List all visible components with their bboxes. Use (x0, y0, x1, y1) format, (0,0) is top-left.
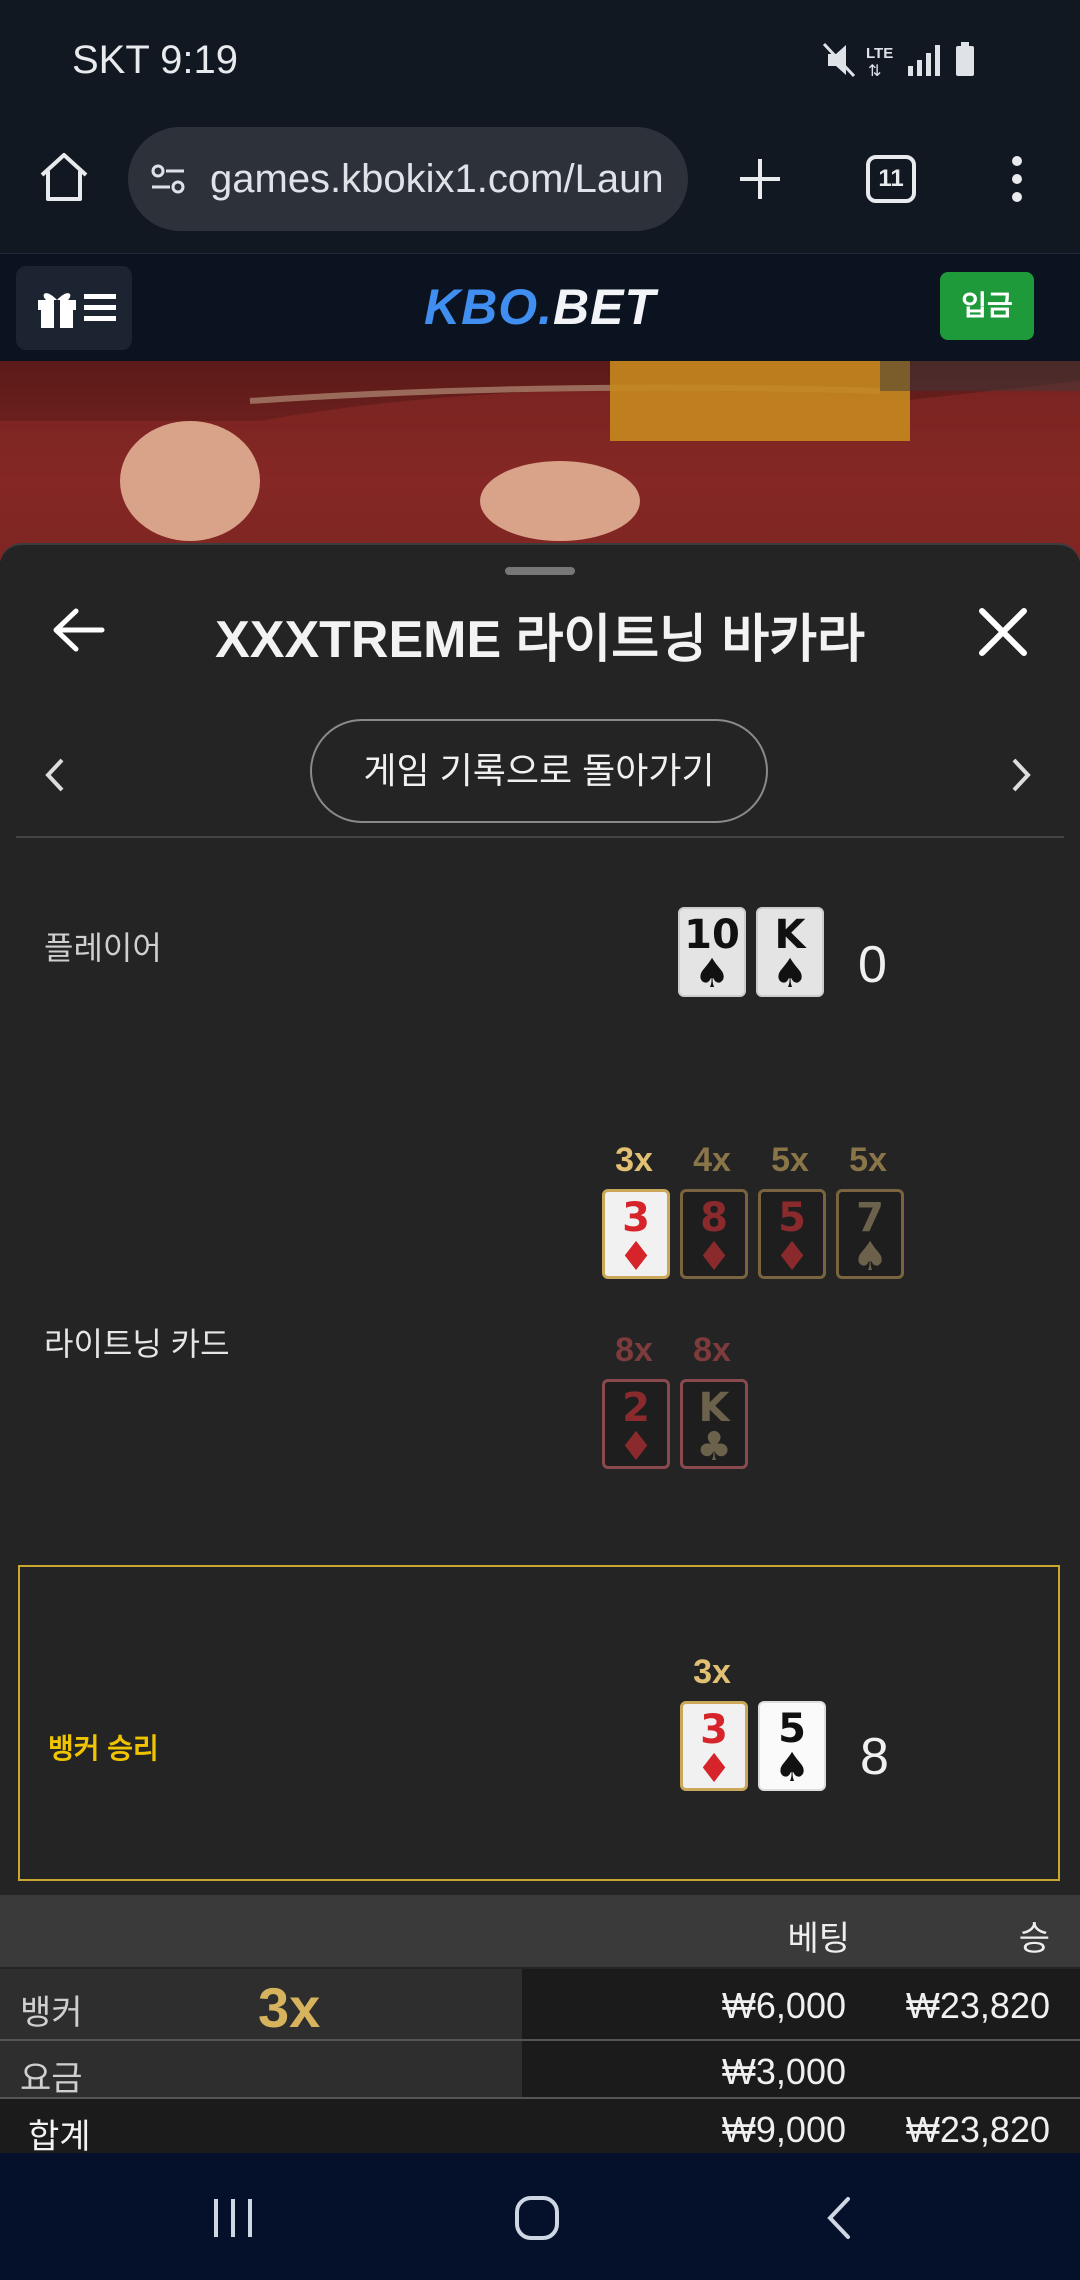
new-tab-icon[interactable] (736, 155, 784, 203)
lightning-multiplier: 8x (615, 1331, 653, 1369)
url-text: games.kbokix1.com/Laun (210, 157, 664, 201)
row-label: 합계 (28, 2118, 91, 2156)
site-settings-icon[interactable] (148, 159, 188, 199)
card-suit: ♣ (696, 1424, 732, 1470)
divider (16, 836, 1064, 838)
card-suit: ♠ (694, 951, 730, 997)
previous-round-icon[interactable] (40, 750, 70, 800)
banker-card: 5 ♠ (758, 1701, 826, 1791)
banker-score: 8 (860, 1728, 889, 1786)
row-label: 요금 (20, 2060, 83, 2098)
status-time: SKT 9:19 (72, 38, 239, 82)
lightning-card: 7 ♠ (836, 1189, 904, 1279)
url-bar[interactable]: games.kbokix1.com/Laun (128, 127, 688, 231)
row-win: ₩23,820 (905, 2109, 1050, 2150)
svg-text:⇅: ⇅ (868, 61, 881, 80)
back-nav-icon[interactable] (820, 2193, 860, 2243)
game-title: XXXTREME 라이트닝 바카라 (215, 611, 865, 669)
logo-dot: . (538, 279, 553, 335)
next-round-icon[interactable] (1006, 750, 1036, 800)
status-bar: SKT 9:19 LTE ⇅ (0, 0, 1080, 125)
lightning-multiplier: 4x (693, 1141, 731, 1179)
home-nav-icon[interactable] (512, 2193, 562, 2243)
bet-column-header: 베팅 (787, 1920, 850, 1958)
player-card: K ♠ (756, 907, 824, 997)
card-suit: ♦ (696, 1746, 732, 1792)
battery-icon (956, 42, 974, 76)
card-suit: ♠ (852, 1234, 888, 1280)
row-multiplier: 3x (258, 1976, 321, 2039)
row-bet: ₩3,000 (721, 2051, 846, 2092)
bet-table-header: 베팅 승 (0, 1895, 1080, 1967)
row-bet: ₩6,000 (721, 1985, 846, 2026)
table-row: 뱅커 3x ₩6,000 ₩23,820 (0, 1969, 1080, 2039)
browser-toolbar: games.kbokix1.com/Laun 11 (0, 125, 1080, 255)
lightning-card: 2 ♦ (602, 1379, 670, 1469)
player-label: 플레이어 (44, 930, 162, 966)
back-arrow-icon[interactable] (48, 605, 108, 655)
deposit-button[interactable]: 입금 (940, 272, 1034, 340)
card-suit: ♠ (772, 951, 808, 997)
status-icons: LTE ⇅ (660, 40, 1080, 80)
lightning-card: 3 ♦ (602, 1189, 670, 1279)
logo-main: KBO (423, 279, 539, 335)
table-row: 요금 ₩3,000 (0, 2041, 1080, 2098)
tab-switcher-button[interactable]: 11 (866, 155, 916, 203)
lightning-label: 라이트닝 카드 (44, 1326, 230, 1362)
lte-icon: LTE⇅ (866, 45, 893, 80)
close-icon[interactable] (976, 605, 1030, 659)
drag-handle[interactable] (505, 567, 575, 575)
banker-card: 3 ♦ (680, 1701, 748, 1791)
lightning-multiplier: 8x (693, 1331, 731, 1369)
lightning-card: K ♣ (680, 1379, 748, 1469)
site-logo[interactable]: KBO.BET (0, 278, 1080, 336)
player-card: 10 ♠ (678, 907, 746, 997)
win-column-header: 승 (1018, 1920, 1050, 1958)
site-header: KBO.BET 입금 (0, 253, 1080, 362)
card-suit: ♦ (618, 1424, 654, 1470)
system-navigation-bar (0, 2153, 1080, 2280)
lightning-card: 5 ♦ (758, 1189, 826, 1279)
more-options-icon[interactable] (1004, 153, 1030, 205)
mute-icon (822, 42, 856, 78)
card-suit: ♦ (774, 1234, 810, 1280)
banker-win-box: 뱅커 승리 3x 3 ♦ 5 ♠ 8 (18, 1565, 1060, 1881)
player-score: 0 (858, 936, 887, 994)
lightning-card: 8 ♦ (680, 1189, 748, 1279)
card-suit: ♠ (774, 1745, 810, 1791)
card-suit: ♦ (696, 1234, 732, 1280)
lightning-multiplier: 5x (771, 1141, 809, 1179)
card-suit: ♦ (618, 1234, 654, 1280)
home-icon[interactable] (36, 149, 92, 205)
banker-win-label: 뱅커 승리 (48, 1733, 159, 1764)
svg-text:LTE: LTE (866, 45, 893, 62)
row-label: 뱅커 (20, 1994, 83, 2032)
live-video-preview (0, 361, 1080, 561)
row-bet: ₩9,000 (721, 2109, 846, 2150)
banker-card-multiplier: 3x (693, 1653, 731, 1691)
logo-suffix: BET (553, 279, 656, 335)
back-to-history-button[interactable]: 게임 기록으로 돌아가기 (310, 719, 768, 823)
signal-icon (908, 45, 940, 76)
row-win: ₩23,820 (905, 1985, 1050, 2026)
lightning-multiplier: 3x (615, 1141, 653, 1179)
round-result-panel: XXXTREME 라이트닝 바카라 게임 기록으로 돌아가기 플레이어 10 ♠… (0, 543, 1080, 2160)
recent-apps-icon[interactable] (210, 2195, 256, 2241)
tab-count: 11 (878, 165, 904, 192)
table-row-total: 합계 ₩9,000 ₩23,820 (0, 2099, 1080, 2159)
lightning-multiplier: 5x (849, 1141, 887, 1179)
